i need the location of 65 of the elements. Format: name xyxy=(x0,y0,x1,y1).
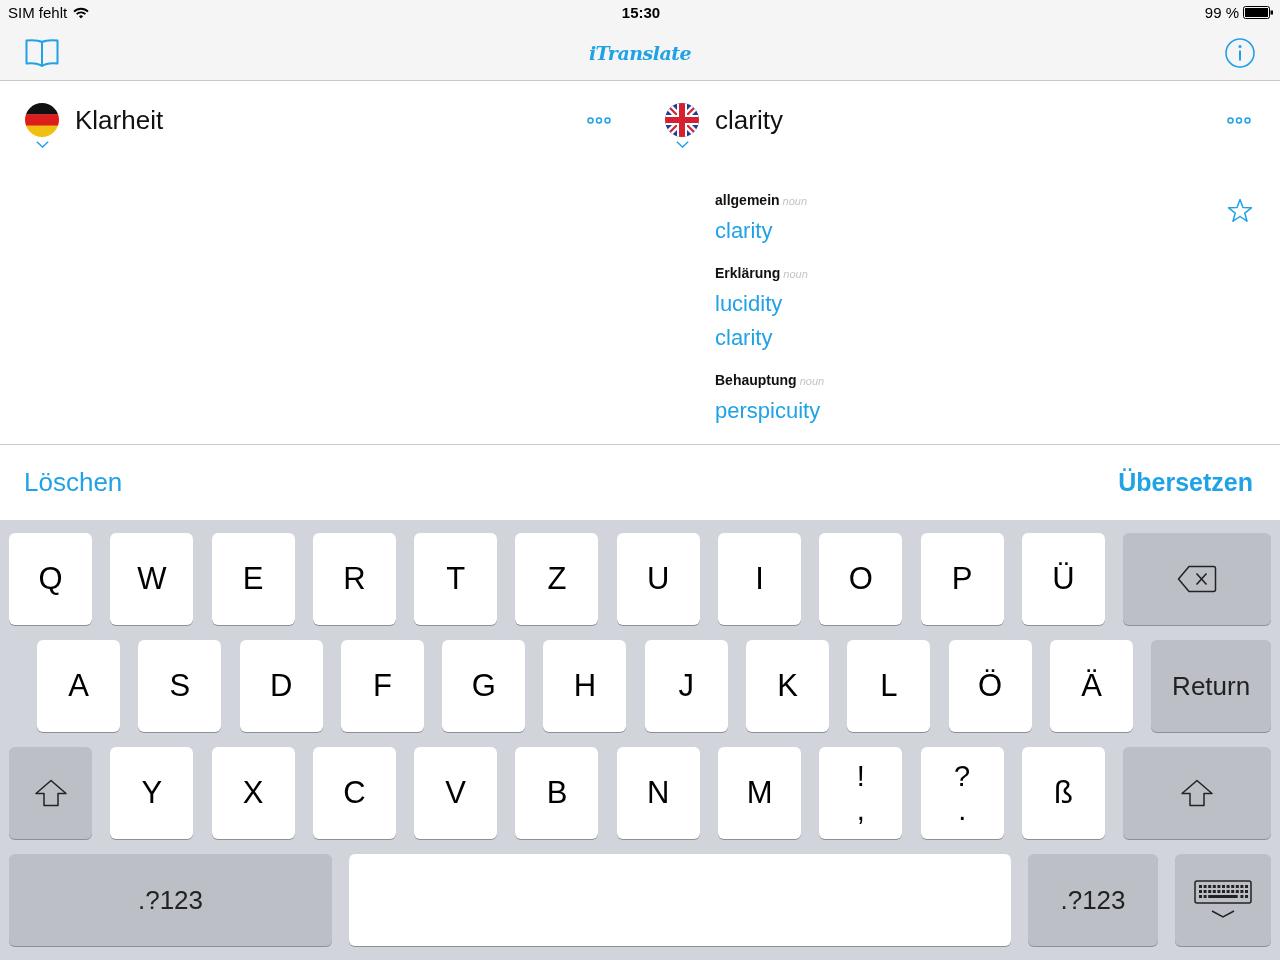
punctuation-key[interactable]: ! , xyxy=(819,747,903,839)
punctuation-key[interactable]: ? . xyxy=(920,747,1004,839)
letter-key[interactable]: S xyxy=(138,640,222,732)
letter-key[interactable]: Ä xyxy=(1049,640,1133,732)
letter-key[interactable]: C xyxy=(312,747,396,839)
chevron-down-icon[interactable] xyxy=(35,141,49,148)
letter-key[interactable]: B xyxy=(515,747,599,839)
shift-key[interactable] xyxy=(9,747,92,839)
letter-key[interactable]: Y xyxy=(110,747,194,839)
part-of-speech-label: noun xyxy=(783,267,808,282)
letter-key[interactable]: V xyxy=(414,747,498,839)
battery-text: 99 % xyxy=(1204,4,1239,21)
shift-icon xyxy=(33,779,68,807)
return-key[interactable]: Return xyxy=(1151,640,1271,732)
letter-key[interactable]: D xyxy=(239,640,323,732)
numbers-key[interactable]: .?123 xyxy=(1028,854,1158,946)
category-label: allgemein xyxy=(715,191,780,210)
shift-icon xyxy=(1180,779,1215,807)
category-label: Behauptung xyxy=(715,371,797,390)
letter-key[interactable]: I xyxy=(718,533,802,625)
letter-key[interactable]: ß xyxy=(1021,747,1105,839)
more-icon[interactable] xyxy=(587,117,611,124)
letter-key[interactable]: O xyxy=(819,533,903,625)
letter-key[interactable]: E xyxy=(211,533,295,625)
source-text-field[interactable]: Klarheit xyxy=(75,103,587,137)
letter-key[interactable]: Ü xyxy=(1021,533,1105,625)
keyboard-icon xyxy=(1194,880,1252,920)
more-icon[interactable] xyxy=(1227,117,1251,124)
part-of-speech-label: noun xyxy=(799,374,825,389)
backspace-key[interactable] xyxy=(1123,533,1271,625)
part-of-speech-label: noun xyxy=(782,194,808,209)
numbers-key[interactable]: .?123 xyxy=(9,854,332,946)
letter-key[interactable]: U xyxy=(616,533,700,625)
letter-key[interactable]: G xyxy=(442,640,526,732)
letter-key[interactable]: X xyxy=(211,747,295,839)
letter-key[interactable]: H xyxy=(543,640,627,732)
letter-key[interactable]: N xyxy=(616,747,700,839)
letter-key[interactable]: L xyxy=(847,640,931,732)
letter-key[interactable]: K xyxy=(746,640,830,732)
book-icon[interactable] xyxy=(25,37,59,68)
letter-key[interactable]: Q xyxy=(9,533,92,625)
carrier-text: SIM fehlt xyxy=(8,4,68,21)
battery-icon xyxy=(1243,6,1274,19)
translated-text: clarity xyxy=(715,104,784,137)
hide-keyboard-key[interactable] xyxy=(1175,854,1271,946)
info-icon[interactable] xyxy=(1225,37,1255,68)
letter-key[interactable]: T xyxy=(414,533,498,625)
letter-key[interactable]: Z xyxy=(515,533,599,625)
backspace-icon xyxy=(1177,565,1218,593)
star-icon[interactable] xyxy=(1227,198,1253,223)
letter-key[interactable]: P xyxy=(920,533,1004,625)
german-flag-icon[interactable] xyxy=(25,103,59,137)
chevron-down-icon[interactable] xyxy=(675,141,689,148)
letter-key[interactable]: J xyxy=(644,640,728,732)
letter-key[interactable]: R xyxy=(312,533,396,625)
category-label: Erklärung xyxy=(715,264,781,283)
clock-text: 15:30 xyxy=(621,4,661,21)
app-title: iTranslate xyxy=(588,41,692,64)
wifi-icon xyxy=(73,6,90,19)
letter-key[interactable]: F xyxy=(340,640,424,732)
letter-key[interactable]: M xyxy=(718,747,802,839)
british-flag-icon[interactable] xyxy=(665,103,699,137)
letter-key[interactable]: W xyxy=(110,533,194,625)
letter-key[interactable]: Ö xyxy=(948,640,1032,732)
letter-key[interactable]: A xyxy=(37,640,120,732)
